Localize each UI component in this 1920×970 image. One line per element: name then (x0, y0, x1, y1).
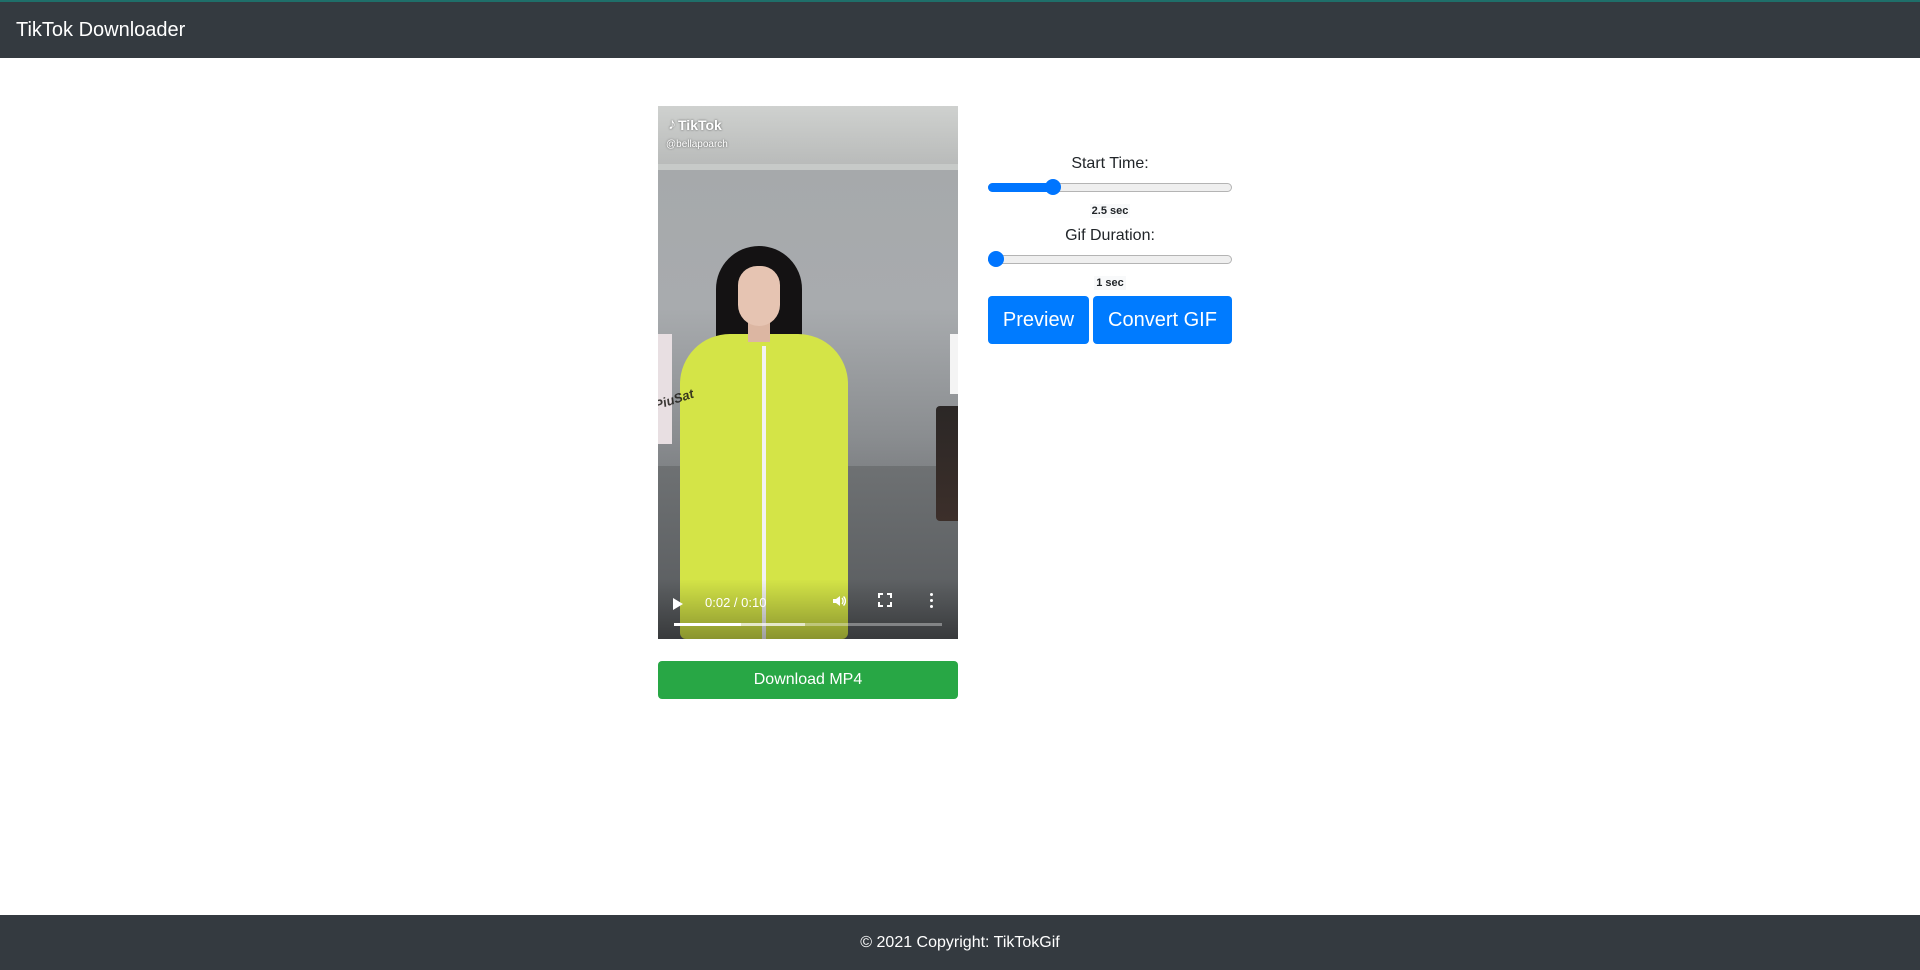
video-progress-played (674, 623, 741, 626)
fullscreen-icon[interactable] (878, 593, 892, 607)
start-time-slider[interactable] (988, 176, 1232, 198)
volume-icon[interactable] (831, 593, 847, 613)
video-window-right (950, 334, 958, 394)
start-time-label: Start Time: (1071, 155, 1149, 172)
play-icon[interactable] (673, 598, 683, 610)
gif-duration-slider-track (988, 255, 1232, 264)
video-time-display: 0:02 / 0:10 (705, 595, 767, 610)
video-progress-bar[interactable] (674, 623, 942, 626)
video-player[interactable]: PiuSat ♪ TikTok @bellapoarch 0:02 / 0:10 (658, 106, 958, 639)
gif-duration-label: Gif Duration: (1065, 227, 1155, 244)
footer-copyright: © 2021 Copyright: TikTokGif (860, 933, 1060, 951)
preview-button[interactable]: Preview (988, 296, 1089, 344)
navbar-brand[interactable]: TikTok Downloader (16, 19, 185, 42)
video-frame: PiuSat (658, 106, 958, 639)
video-ceiling (658, 106, 958, 164)
tiktok-watermark-text: TikTok (678, 117, 722, 133)
start-time-slider-thumb[interactable] (1045, 179, 1061, 195)
tiktok-handle: @bellapoarch (666, 139, 728, 150)
gif-action-buttons: Preview Convert GIF (988, 296, 1232, 344)
tiktok-watermark: ♪ TikTok (668, 116, 722, 134)
gif-duration-slider[interactable] (988, 248, 1232, 270)
video-person-face (738, 266, 780, 326)
footer: © 2021 Copyright: TikTokGif (0, 915, 1920, 970)
video-controls: 0:02 / 0:10 (658, 579, 958, 639)
gif-duration-value: 1 sec (1094, 276, 1126, 290)
navbar: TikTok Downloader (0, 0, 1920, 58)
video-chair (936, 406, 958, 521)
start-time-value: 2.5 sec (1089, 204, 1131, 218)
more-vertical-icon[interactable] (930, 593, 934, 609)
gif-settings-panel: Start Time: 2.5 sec Gif Duration: 1 sec … (988, 152, 1232, 344)
start-time-slider-fill (988, 183, 1053, 192)
convert-gif-button[interactable]: Convert GIF (1093, 296, 1232, 344)
download-mp4-button[interactable]: Download MP4 (658, 661, 958, 699)
tiktok-note-icon: ♪ (668, 116, 676, 133)
gif-duration-slider-thumb[interactable] (988, 251, 1004, 267)
